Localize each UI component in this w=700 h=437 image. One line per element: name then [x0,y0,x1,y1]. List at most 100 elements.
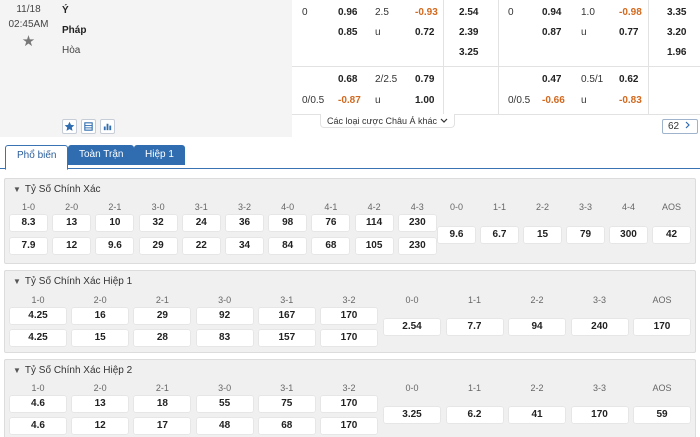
ht-alt-hdp-away[interactable]: -0.66 [542,91,565,110]
section-title[interactable]: ▼ Tỷ Số Chính Xác Hiệp 1 [13,275,132,289]
away-score-odd[interactable]: 68 [311,237,351,255]
tab-first-half[interactable]: Hiệp 1 [134,145,185,165]
away-score-odd[interactable]: 34 [225,237,264,255]
home-score-odd[interactable]: 29 [133,307,192,325]
tab-full-match[interactable]: Toàn Trận [68,145,135,165]
away-score-odd[interactable]: 9.6 [95,237,135,255]
ft-hdp-away[interactable]: 0.85 [338,23,357,42]
ft-1x2-draw[interactable]: 3.25 [459,43,478,62]
home-score-odd[interactable]: 36 [225,214,264,232]
ft-alt-ou-under[interactable]: 1.00 [415,91,434,110]
list-icon[interactable] [81,119,96,134]
section-title[interactable]: ▼ Tỷ Số Chính Xác [13,183,101,197]
draw-score-odd[interactable]: 6.7 [480,226,519,244]
ht-1x2-home[interactable]: 3.35 [667,3,686,22]
ht-hdp-home[interactable]: 0.94 [542,3,561,22]
ft-hdp-home[interactable]: 0.96 [338,3,357,22]
ht-ou-over[interactable]: -0.98 [619,3,642,22]
home-score-odd[interactable]: 170 [320,307,378,325]
ht-hdp-away[interactable]: 0.87 [542,23,561,42]
home-score-odd[interactable]: 55 [195,395,254,413]
away-score-odd[interactable]: 29 [138,237,178,255]
bet-count: 62 [668,121,680,132]
ht-alt-ou-over[interactable]: 0.62 [619,70,638,89]
draw-score-odd[interactable]: 59 [633,406,691,424]
away-score-odd[interactable]: 4.6 [9,417,67,435]
away-score-odd[interactable]: 170 [320,417,378,435]
draw-score-odd[interactable]: 6.2 [445,406,504,424]
bet-count-badge[interactable]: 62 [662,119,698,134]
home-score-odd[interactable]: 32 [138,214,178,232]
home-score-odd[interactable]: 230 [397,214,437,232]
home-score-odd[interactable]: 24 [181,214,221,232]
draw-score-label: 1-1 [467,295,481,305]
draw-score-odd[interactable]: 7.7 [445,318,504,336]
ft-alt-ou-over[interactable]: 0.79 [415,70,434,89]
home-score-odd[interactable]: 114 [354,214,394,232]
ht-alt-ou-under[interactable]: -0.83 [619,91,642,110]
away-score-odd[interactable]: 170 [320,329,378,347]
away-score-odd[interactable]: 12 [71,417,130,435]
away-score-odd[interactable]: 7.9 [9,237,48,255]
draw-score-odd[interactable]: 300 [609,226,648,244]
home-score-odd[interactable]: 18 [133,395,192,413]
tab-popular[interactable]: Phổ biến [5,145,69,170]
ht-ou-under[interactable]: 0.77 [619,23,638,42]
draw-score-odd[interactable]: 41 [508,406,566,424]
draw-score-odd[interactable]: 3.25 [383,406,441,424]
ft-1x2-home[interactable]: 2.54 [459,3,478,22]
ft-alt-hdp-home[interactable]: 0.68 [338,70,357,89]
away-score-odd[interactable]: 28 [133,329,192,347]
away-score-odd[interactable]: 4.25 [9,329,67,347]
draw-score-odd[interactable]: 240 [570,318,629,336]
section-title[interactable]: ▼ Tỷ Số Chính Xác Hiệp 2 [13,364,132,378]
home-score-odd[interactable]: 75 [257,395,316,413]
home-score-odd[interactable]: 92 [195,307,254,325]
score-label: 1-0 [31,295,45,305]
away-score-odd[interactable]: 15 [71,329,130,347]
away-score-odd[interactable]: 48 [195,417,254,435]
match-tools [62,119,115,134]
home-score-odd[interactable]: 98 [268,214,308,232]
home-score-odd[interactable]: 4.6 [9,395,67,413]
home-score-odd[interactable]: 167 [257,307,316,325]
draw-score-odd[interactable]: 42 [652,226,691,244]
favorite-icon[interactable] [62,119,77,134]
draw-score-odd[interactable]: 170 [570,406,629,424]
away-score-odd[interactable]: 12 [52,237,92,255]
home-score-odd[interactable]: 13 [71,395,130,413]
ht-1x2-away[interactable]: 3.20 [667,23,686,42]
ft-alt-hdp-away[interactable]: -0.87 [338,91,361,110]
home-score-odd[interactable]: 16 [71,307,130,325]
stats-icon[interactable] [100,119,115,134]
draw-score-label: 3-3 [592,295,606,305]
draw-score-odd[interactable]: 9.6 [437,226,476,244]
ht-1x2-draw[interactable]: 1.96 [667,43,686,62]
away-score-odd[interactable]: 83 [195,329,254,347]
away-score-odd[interactable]: 230 [397,237,437,255]
draw-score-odd[interactable]: 2.54 [383,318,441,336]
draw-score-odd[interactable]: 94 [508,318,566,336]
away-score-odd[interactable]: 105 [354,237,394,255]
draw-score-label: AOS [661,202,681,212]
ft-1x2-away[interactable]: 2.39 [459,23,478,42]
away-score-odd[interactable]: 68 [257,417,316,435]
ht-alt-hdp-home[interactable]: 0.47 [542,70,561,89]
draw-score-odd[interactable]: 15 [523,226,562,244]
ft-ou-under[interactable]: 0.72 [415,23,434,42]
home-score-odd[interactable]: 10 [95,214,135,232]
away-score-odd[interactable]: 157 [257,329,316,347]
favorite-star-icon[interactable]: ★ [0,33,57,51]
away-score-odd[interactable]: 22 [181,237,221,255]
ft-ou-over[interactable]: -0.93 [415,3,438,22]
away-score-odd[interactable]: 17 [133,417,192,435]
home-score-odd[interactable]: 8.3 [9,214,48,232]
home-score-odd[interactable]: 76 [311,214,351,232]
draw-score-odd[interactable]: 170 [633,318,691,336]
home-score-odd[interactable]: 13 [52,214,92,232]
away-score-odd[interactable]: 84 [268,237,308,255]
more-asian-bets-button[interactable]: Các loại cược Châu Á khác [320,114,455,128]
home-score-odd[interactable]: 4.25 [9,307,67,325]
draw-score-odd[interactable]: 79 [566,226,605,244]
home-score-odd[interactable]: 170 [320,395,378,413]
